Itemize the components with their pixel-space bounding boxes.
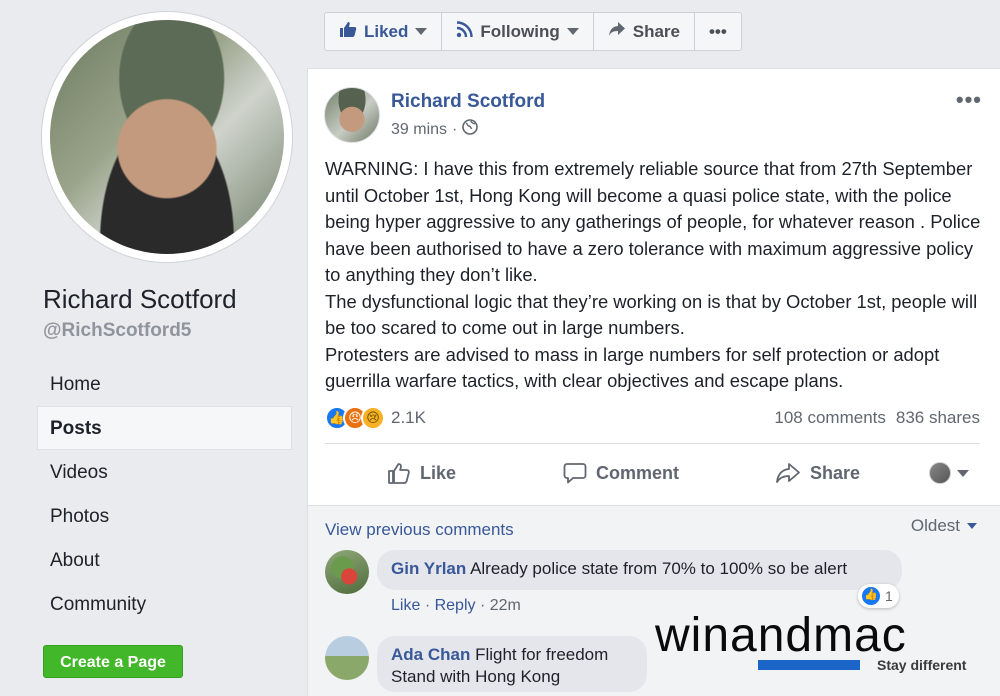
sidebar-item-community[interactable]: Community: [37, 582, 292, 626]
reactions-count[interactable]: 2.1K: [391, 408, 426, 428]
post-paragraph: Protesters are advised to mass in large …: [325, 343, 940, 392]
profile-picture[interactable]: [42, 12, 292, 262]
view-previous-comments-link[interactable]: View previous comments: [325, 520, 514, 540]
comment-reply-link[interactable]: Reply: [435, 597, 476, 614]
post-actions: Like Comment Share: [325, 451, 980, 495]
comment-sort-dropdown[interactable]: Oldest: [911, 516, 977, 536]
chevron-down-icon: [566, 28, 579, 35]
comment-reaction-badge[interactable]: 👍 1: [858, 584, 899, 608]
sidebar-item-about[interactable]: About: [37, 538, 292, 582]
shares-count[interactable]: 836 shares: [896, 408, 980, 428]
create-page-button[interactable]: Create a Page: [43, 645, 183, 678]
post-options-icon[interactable]: •••: [956, 87, 982, 113]
comment-button[interactable]: Comment: [563, 462, 679, 484]
comment-text: Already police state from 70% to 100% so…: [470, 559, 848, 578]
like-reaction-icon: 👍: [861, 586, 881, 606]
commenter-name[interactable]: Gin Yrlan: [391, 559, 466, 578]
thumbs-up-icon: [387, 462, 411, 484]
more-dots-icon: •••: [708, 21, 727, 41]
comment-meta: Like · Reply · 22m: [391, 597, 521, 615]
avatar[interactable]: [50, 20, 284, 254]
comment-text: Flight for freedom: [475, 645, 609, 664]
sort-label: Oldest: [910, 516, 960, 535]
comment-text: Stand with Hong Kong: [391, 667, 561, 686]
comment-bubble-icon: [563, 462, 587, 484]
share-button[interactable]: Share: [775, 462, 860, 484]
page-title: Richard Scotford: [43, 284, 237, 314]
post-body: WARNING: I have this from extremely reli…: [325, 156, 985, 395]
thumbs-up-icon: [339, 21, 357, 43]
chevron-down-icon: [967, 523, 977, 529]
meta-separator: ·: [479, 597, 490, 614]
watermark-mac: mac: [813, 609, 907, 662]
share-arrow-icon: [608, 21, 626, 42]
chevron-down-icon: [957, 469, 969, 477]
comment-like-link[interactable]: Like: [391, 597, 420, 614]
sidebar-item-posts[interactable]: Posts: [37, 406, 292, 450]
commenter-name[interactable]: Ada Chan: [391, 645, 470, 664]
like-label: Like: [420, 462, 457, 483]
following-button[interactable]: Following: [442, 13, 594, 50]
liked-label: Liked: [364, 21, 409, 41]
sad-reaction-icon: 😢: [361, 406, 385, 430]
share-label: Share: [632, 21, 680, 41]
watermark-and: and: [730, 609, 814, 662]
post-meta: 39 mins ·: [391, 119, 479, 140]
author-avatar[interactable]: [324, 87, 380, 143]
share-page-button[interactable]: Share: [594, 13, 695, 50]
chevron-down-icon: [415, 28, 428, 35]
comment-bubble: Ada Chan Flight for freedom Stand with H…: [377, 636, 647, 692]
page-handle[interactable]: @RichScotford5: [43, 320, 191, 342]
commenter-avatar[interactable]: [325, 636, 369, 680]
post-paragraph: WARNING: I have this from extremely reli…: [325, 158, 981, 285]
reactions-summary: 👍 😠 😢 2.1K 108 comments 836 shares: [325, 405, 980, 431]
post-time[interactable]: 39 mins: [391, 121, 447, 139]
globe-icon[interactable]: [462, 119, 479, 140]
like-button[interactable]: Like: [387, 462, 456, 484]
meta-separator: ·: [424, 597, 435, 614]
share-label: Share: [810, 462, 861, 483]
sidebar-item-videos[interactable]: Videos: [37, 450, 292, 494]
comment-time[interactable]: 22m: [490, 597, 521, 614]
divider: [325, 443, 980, 444]
sidebar-item-photos[interactable]: Photos: [37, 494, 292, 538]
comment-like-count: 1: [885, 588, 893, 604]
comment-label: Comment: [596, 462, 680, 483]
comment-bubble: Gin Yrlan Already police state from 70% …: [377, 550, 902, 590]
page-nav: Home Posts Videos Photos About Community: [37, 362, 292, 626]
watermark-underline: [758, 660, 860, 670]
watermark-wordmark: winandmac: [655, 611, 985, 661]
post-card: Richard Scotford 39 mins · ••• WARNING: …: [307, 68, 1000, 696]
page-sidebar: Richard Scotford @RichScotford5 Home Pos…: [0, 0, 307, 696]
watermark-win: win: [655, 609, 731, 662]
more-options-button[interactable]: •••: [695, 13, 741, 50]
engagement-counts: 108 comments 836 shares: [774, 408, 980, 428]
avatar: [929, 462, 951, 484]
watermark-tagline: Stay different: [877, 657, 967, 673]
watermark-logo: winandmac Stay different: [655, 611, 985, 691]
commenter-avatar[interactable]: [325, 550, 369, 594]
meta-separator: ·: [452, 120, 458, 138]
following-label: Following: [480, 21, 560, 41]
page-action-bar: Liked Following Share •••: [324, 12, 742, 51]
sidebar-item-home[interactable]: Home: [37, 362, 292, 406]
liked-button[interactable]: Liked: [325, 13, 443, 50]
post-as-selector[interactable]: [929, 462, 969, 484]
post-paragraph: The dysfunctional logic that they’re wor…: [325, 290, 978, 339]
share-arrow-icon: [775, 462, 801, 484]
comments-count[interactable]: 108 comments: [774, 408, 886, 428]
reaction-icons[interactable]: 👍 😠 😢 2.1K: [325, 406, 426, 430]
post-author[interactable]: Richard Scotford: [391, 91, 545, 113]
rss-icon: [456, 20, 474, 43]
